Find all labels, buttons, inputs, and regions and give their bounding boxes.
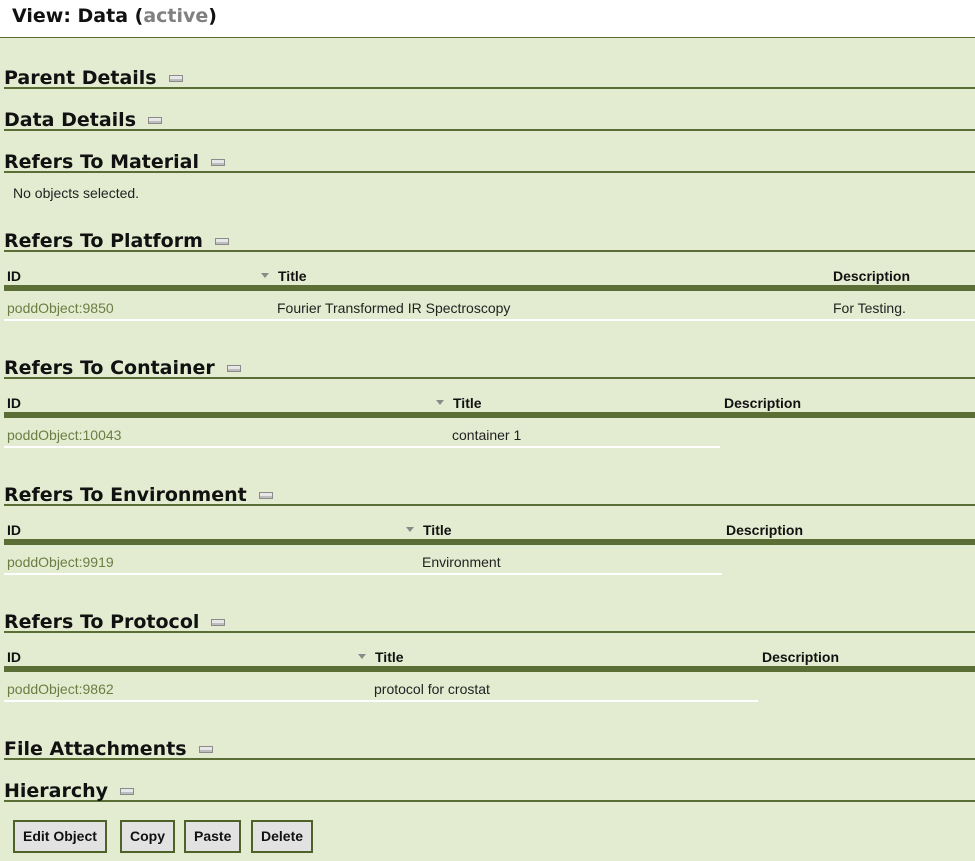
copy-button[interactable]: Copy (120, 820, 175, 853)
table-row: poddObject:10043 container 1 (4, 424, 720, 448)
column-header-id[interactable]: ID (7, 267, 21, 285)
object-id-link[interactable]: poddObject:9850 (7, 299, 114, 317)
view-header: View: Data (active) (0, 0, 975, 38)
section-refers-container[interactable]: Refers To Container (4, 357, 975, 379)
paste-button[interactable]: Paste (184, 820, 242, 853)
section-title-file-attachments: File Attachments (4, 738, 187, 760)
object-title: Fourier Transformed IR Spectroscopy (277, 300, 511, 316)
table-row: poddObject:9850 Fourier Transformed IR S… (4, 297, 975, 321)
column-header-description[interactable]: Description (833, 267, 910, 285)
collapse-icon[interactable] (258, 492, 273, 499)
page-title: View: Data (active) (12, 5, 217, 27)
object-description: For Testing. (833, 300, 906, 316)
sort-arrow-icon[interactable] (406, 527, 414, 532)
collapse-icon[interactable] (168, 75, 183, 82)
section-title-parent-details: Parent Details (4, 67, 157, 89)
column-header-title[interactable]: Title (375, 648, 404, 666)
object-id-link[interactable]: poddObject:9919 (7, 553, 114, 571)
edit-object-button[interactable]: Edit Object (13, 820, 107, 853)
status-label: active (143, 5, 209, 27)
material-empty-text: No objects selected. (13, 185, 140, 201)
section-file-attachments[interactable]: File Attachments (4, 738, 975, 760)
delete-button[interactable]: Delete (251, 820, 314, 853)
section-title-refers-platform: Refers To Platform (4, 230, 203, 252)
column-header-description[interactable]: Description (724, 394, 801, 412)
column-header-description[interactable]: Description (762, 648, 839, 666)
sort-arrow-icon[interactable] (261, 273, 269, 278)
collapse-icon[interactable] (148, 117, 163, 124)
object-title: Environment (422, 554, 501, 570)
collapse-icon[interactable] (214, 238, 229, 245)
section-title-refers-environment: Refers To Environment (4, 484, 247, 506)
view-label-close: ) (208, 5, 217, 27)
column-header-title[interactable]: Title (278, 267, 307, 285)
section-title-data-details: Data Details (4, 109, 137, 131)
object-id-link[interactable]: poddObject:10043 (7, 426, 121, 444)
column-header-title[interactable]: Title (453, 394, 482, 412)
collapse-icon[interactable] (198, 746, 213, 753)
section-hierarchy[interactable]: Hierarchy (4, 780, 975, 802)
section-refers-platform[interactable]: Refers To Platform (4, 230, 975, 252)
object-title: container 1 (452, 427, 522, 443)
table-row: poddObject:9862 protocol for crostat (4, 678, 758, 702)
column-header-id[interactable]: ID (7, 394, 21, 412)
container-table-header: ID Title Description (4, 394, 975, 418)
section-data-details[interactable]: Data Details (4, 109, 975, 131)
section-title-refers-container: Refers To Container (4, 357, 215, 379)
collapse-icon[interactable] (210, 159, 225, 166)
view-label: View: Data ( (12, 5, 144, 27)
section-refers-material[interactable]: Refers To Material (4, 151, 975, 173)
column-header-title[interactable]: Title (423, 521, 452, 539)
object-id-link[interactable]: poddObject:9862 (7, 680, 114, 698)
section-refers-environment[interactable]: Refers To Environment (4, 484, 975, 506)
table-row: poddObject:9919 Environment (4, 551, 722, 575)
column-header-id[interactable]: ID (7, 521, 21, 539)
sort-arrow-icon[interactable] (358, 654, 366, 659)
collapse-icon[interactable] (211, 619, 226, 626)
section-parent-details[interactable]: Parent Details (4, 67, 975, 89)
section-title-refers-material: Refers To Material (4, 151, 199, 173)
platform-table-header: ID Title Description (4, 267, 975, 291)
column-header-id[interactable]: ID (7, 648, 21, 666)
section-title-hierarchy: Hierarchy (4, 780, 109, 802)
sort-arrow-icon[interactable] (436, 400, 444, 405)
protocol-table-header: ID Title Description (4, 648, 975, 672)
object-title: protocol for crostat (374, 681, 490, 697)
section-title-refers-protocol: Refers To Protocol (4, 611, 200, 633)
collapse-icon[interactable] (226, 365, 241, 372)
environment-table-header: ID Title Description (4, 521, 975, 545)
collapse-icon[interactable] (120, 788, 135, 795)
column-header-description[interactable]: Description (726, 521, 803, 539)
section-refers-protocol[interactable]: Refers To Protocol (4, 611, 975, 633)
